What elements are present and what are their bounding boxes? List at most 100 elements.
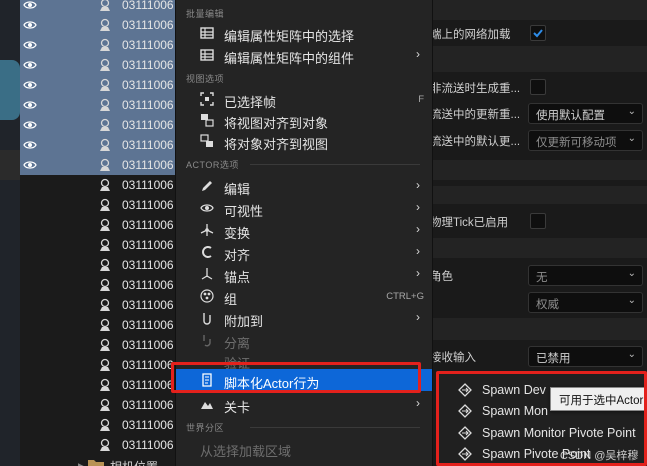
outliner-row[interactable]: 03111006 xyxy=(20,155,175,175)
eye-icon xyxy=(200,204,214,212)
outliner-row[interactable]: 03111006 xyxy=(20,295,175,315)
update-dropdown[interactable]: 使用默认配置 ⌄ xyxy=(528,103,643,124)
pivot-icon xyxy=(201,268,213,280)
chevron-right-icon: › xyxy=(416,396,420,410)
details-row-remote-role: 权威 ⌄ xyxy=(430,291,647,313)
outliner-row[interactable]: 03111006 xyxy=(20,375,175,395)
outliner-row-label: 03111006 xyxy=(122,218,174,232)
menu-item-transform[interactable]: 变换 › xyxy=(176,219,432,241)
outliner-row-label: 03111006 xyxy=(122,18,174,32)
receive-input-dropdown[interactable]: 已禁用 ⌄ xyxy=(528,346,643,367)
outliner-row-label: 03111006 xyxy=(122,398,174,412)
actor-icon xyxy=(100,98,110,111)
snap-icon xyxy=(202,246,212,258)
outliner-row[interactable]: 03111006 xyxy=(20,215,175,235)
menu-item-attach-to[interactable]: 附加到 › xyxy=(176,307,432,329)
outliner-row-label: 03111006 xyxy=(122,258,174,272)
outliner-row[interactable]: 03111006 xyxy=(20,0,175,15)
outliner-row[interactable]: 03111006 xyxy=(20,235,175,255)
eye-icon[interactable] xyxy=(23,19,37,31)
outliner-row[interactable]: 03111006 xyxy=(20,15,175,35)
actor-icon xyxy=(100,78,110,91)
eye-icon[interactable] xyxy=(23,159,37,171)
outliner-row-label: 03111006 xyxy=(122,338,174,352)
details-row-non-stream: 非流送时生成重... xyxy=(430,76,647,98)
actor-icon xyxy=(100,398,110,411)
chevron-down-icon: ⌄ xyxy=(627,133,636,144)
outliner-row[interactable]: 03111006 xyxy=(20,255,175,275)
pencil-icon xyxy=(202,181,212,191)
default-update-dropdown[interactable]: 仅更新可移动项 ⌄ xyxy=(528,130,643,151)
chevron-right-icon: › xyxy=(416,244,420,258)
outliner-row[interactable]: 03111006 xyxy=(20,395,175,415)
folder-icon xyxy=(88,460,104,466)
outliner-folder[interactable]: ▶ 相机位置 xyxy=(20,455,175,466)
outliner-row-label: 03111006 xyxy=(122,438,174,452)
actor-icon xyxy=(100,0,110,11)
outliner-row[interactable]: 03111006 xyxy=(20,75,175,95)
actor-icon xyxy=(100,258,110,271)
viewport-edge xyxy=(0,0,20,466)
outliner-row[interactable]: 03111006 xyxy=(20,115,175,135)
chevron-right-icon: › xyxy=(416,200,420,214)
outliner-row[interactable]: 03111006 xyxy=(20,135,175,155)
physics-tick-checkbox[interactable] xyxy=(530,213,546,229)
non-stream-checkbox[interactable] xyxy=(530,79,546,95)
table-icon xyxy=(200,49,214,61)
object-align-icon xyxy=(200,134,213,147)
actor-icon xyxy=(100,138,110,151)
menu-item-align[interactable]: 对齐 › xyxy=(176,241,432,263)
outliner-row-label: 03111006 xyxy=(122,158,174,172)
chevron-right-icon: › xyxy=(416,222,420,236)
menu-item-edit-selection-matrix[interactable]: 编辑属性矩阵中的选择 xyxy=(176,22,432,44)
menu-item-align-object-to-view[interactable]: 将对象对齐到视图 xyxy=(176,130,432,152)
section-actor-options: ACTOR选项 xyxy=(186,160,239,170)
menu-item-visibility[interactable]: 可视性 › xyxy=(176,197,432,219)
chevron-down-icon: ⌄ xyxy=(627,106,636,117)
eye-icon[interactable] xyxy=(23,39,37,51)
actor-icon xyxy=(100,358,110,371)
role-dropdown[interactable]: 无 ⌄ xyxy=(528,265,643,286)
outliner-row-label: 03111006 xyxy=(122,238,174,252)
menu-item-level[interactable]: 关卡 › xyxy=(176,393,432,415)
outliner-row[interactable]: 03111006 xyxy=(20,435,175,455)
menu-item-edit[interactable]: 编辑 › xyxy=(176,175,432,197)
level-icon xyxy=(201,402,213,409)
eye-icon[interactable] xyxy=(23,79,37,91)
eye-icon[interactable] xyxy=(23,99,37,111)
world-outliner[interactable]: 03111006 03111006 03111006 03111006 03111006… xyxy=(20,0,175,466)
outliner-row[interactable]: 03111006 xyxy=(20,175,175,195)
outliner-row[interactable]: 03111006 xyxy=(20,35,175,55)
outliner-row-label: 03111006 xyxy=(122,118,174,132)
menu-item-pivot[interactable]: 锚点 › xyxy=(176,263,432,285)
details-row-role: 角色 无 ⌄ xyxy=(430,264,647,286)
menu-item-group[interactable]: 组 CTRL+G xyxy=(176,285,432,307)
section-batch-edit: 批量编辑 xyxy=(186,9,225,19)
actor-icon xyxy=(100,58,110,71)
outliner-row[interactable]: 03111006 xyxy=(20,195,175,215)
outliner-row[interactable]: 03111006 xyxy=(20,55,175,75)
outliner-row[interactable]: 03111006 xyxy=(20,275,175,295)
outliner-row[interactable]: 03111006 xyxy=(20,315,175,335)
actor-icon xyxy=(100,178,110,191)
net-load-checkbox[interactable] xyxy=(530,25,546,41)
expand-arrow-icon[interactable]: ▶ xyxy=(78,461,85,466)
menu-item-selected-frame[interactable]: 已选择帧 F xyxy=(176,88,432,110)
outliner-row[interactable]: 03111006 xyxy=(20,415,175,435)
eye-icon[interactable] xyxy=(23,59,37,71)
eye-icon[interactable] xyxy=(23,0,37,11)
outliner-row-label: 03111006 xyxy=(122,38,174,52)
menu-item-edit-component-matrix[interactable]: 编辑属性矩阵中的组件 › xyxy=(176,44,432,66)
chevron-right-icon: › xyxy=(416,178,420,192)
eye-icon[interactable] xyxy=(23,139,37,151)
outliner-row[interactable]: 03111006 xyxy=(20,95,175,115)
outliner-row-label: 03111006 xyxy=(122,278,174,292)
viewport-object xyxy=(0,60,20,120)
outliner-row[interactable]: 03111006 xyxy=(20,355,175,375)
actor-icon xyxy=(100,318,110,331)
outliner-row[interactable]: 03111006 xyxy=(20,335,175,355)
remote-role-dropdown[interactable]: 权威 ⌄ xyxy=(528,292,643,313)
menu-item-align-view-to-object[interactable]: 将视图对齐到对象 xyxy=(176,109,432,131)
context-menu[interactable]: 批量编辑 编辑属性矩阵中的选择 编辑属性矩阵中的组件 › 视图选项 已选择帧 F… xyxy=(175,0,433,466)
eye-icon[interactable] xyxy=(23,119,37,131)
